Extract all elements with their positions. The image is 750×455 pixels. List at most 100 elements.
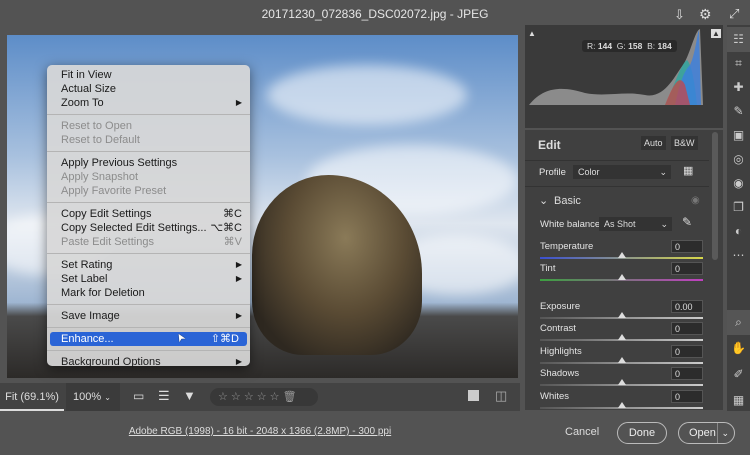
menu-item-label: Reset to Open (61, 120, 132, 132)
slider-value-input[interactable]: 0 (671, 390, 703, 403)
sliders-icon[interactable]: ☷ (727, 27, 750, 52)
slider-shadows: Shadows 0 (540, 367, 703, 391)
menu-item[interactable]: Copy Edit Settings ⌘C (47, 207, 250, 221)
snapshots-icon[interactable]: ❐ (727, 195, 750, 220)
stars[interactable]: ☆ ☆ ☆ ☆ ☆ (218, 391, 280, 403)
gradient-icon[interactable]: ▣ (727, 123, 750, 148)
slider-thumb[interactable] (617, 252, 626, 258)
gear-icon[interactable]: ⚙ (699, 6, 712, 23)
slider-contrast: Contrast 0 (540, 322, 703, 346)
basic-section-title[interactable]: Basic (554, 195, 581, 207)
background-icon[interactable] (468, 390, 479, 401)
menu-item[interactable]: Reset to Default (47, 133, 250, 147)
b-label: B: (647, 41, 656, 51)
slider-label: Highlights (540, 346, 582, 357)
menu-item[interactable]: Copy Selected Edit Settings... ⌥⌘C (47, 221, 250, 235)
rgb-readout: R: 144 G: 158 B: 184 (582, 40, 677, 52)
menu-item[interactable]: Enhance... ⇧⌘D (50, 332, 247, 346)
menu-item-label: Background Options (61, 356, 161, 368)
slider-thumb[interactable] (617, 274, 626, 280)
menu-item[interactable]: Save Image ▶ (47, 309, 250, 323)
open-label: Open (689, 427, 716, 439)
white-balance-select[interactable]: As Shot ⌄ (599, 217, 672, 231)
healing-icon[interactable]: ✚ (727, 75, 750, 100)
zoom-icon[interactable]: ⌕ (727, 310, 750, 335)
redeye-icon[interactable]: ◉ (727, 171, 750, 196)
sort-icon[interactable]: ☰ (158, 388, 170, 404)
slider-value-input[interactable]: 0 (671, 345, 703, 358)
chevron-down-icon[interactable]: ⌄ (539, 194, 548, 207)
cancel-button[interactable]: Cancel (565, 426, 599, 438)
compare-icon[interactable]: ◫ (495, 388, 507, 404)
hand-icon[interactable]: ✋ (727, 336, 750, 361)
slider-value-input[interactable]: 0 (671, 367, 703, 380)
slider-value-input[interactable]: 0 (671, 262, 703, 275)
eyedropper-icon[interactable]: ✎ (682, 215, 692, 229)
highlight-clip-icon[interactable]: ▲ (711, 29, 721, 38)
slider-value-input[interactable]: 0 (671, 240, 703, 253)
eye-icon[interactable]: ◉ (691, 195, 700, 206)
rating-stars[interactable]: ☆ ☆ ☆ ☆ ☆ 🗑 (210, 388, 318, 406)
menu-shortcut: ⌥⌘C (210, 222, 242, 234)
menu-item[interactable]: Paste Edit Settings ⌘V (47, 235, 250, 249)
chevron-down-icon: ⌄ (104, 393, 111, 402)
zoom-level-select[interactable]: 100% ⌄ (66, 383, 120, 411)
crop-icon[interactable]: ⌗ (727, 51, 750, 76)
trash-icon[interactable]: 🗑 (283, 391, 297, 403)
slider-thumb[interactable] (617, 357, 626, 363)
menu-item[interactable]: Apply Previous Settings (47, 156, 250, 170)
auto-button[interactable]: Auto (641, 136, 666, 150)
menu-item[interactable]: Zoom To ▶ (47, 96, 250, 110)
chevron-down-icon[interactable]: ⌄ (717, 423, 729, 443)
slider-value-input[interactable]: 0.00 (671, 300, 703, 313)
grid-icon[interactable]: ▦ (727, 388, 750, 413)
slider-highlights: Highlights 0 (540, 345, 703, 369)
slider-thumb[interactable] (617, 379, 626, 385)
menu-item[interactable]: Apply Snapshot (47, 170, 250, 184)
fit-zoom-button[interactable]: Fit (69.1%) (0, 383, 64, 411)
menu-item-label: Actual Size (61, 83, 117, 95)
filmstrip-icon[interactable]: ▭ (133, 389, 144, 403)
g-value: 158 (628, 41, 643, 51)
profile-select[interactable]: Color ⌄ (573, 165, 671, 179)
r-label: R: (587, 41, 596, 51)
done-button[interactable]: Done (617, 422, 667, 444)
shadow-clip-icon[interactable]: ▲ (528, 29, 536, 38)
fullscreen-icon[interactable]: ⤢ (729, 6, 739, 22)
menu-item[interactable]: Set Rating ▶ (47, 258, 250, 272)
context-menu: Fit in View Actual Size Zoom To ▶ Reset to O… (47, 65, 250, 369)
menu-shortcut: ⌘C (223, 208, 242, 220)
menu-item-label: Set Rating (61, 259, 113, 271)
save-icon[interactable]: ⇩ (674, 7, 685, 23)
menu-item[interactable]: Actual Size (47, 82, 250, 96)
submenu-arrow-icon: ▶ (235, 98, 242, 107)
more-icon[interactable]: ⋯ (727, 243, 750, 268)
menu-item[interactable]: Background Options ▶ (47, 355, 250, 369)
radial-icon[interactable]: ◎ (727, 147, 750, 172)
brush-icon[interactable]: ✎ (727, 99, 750, 124)
panel-scrollbar[interactable] (712, 132, 718, 260)
presets-icon[interactable]: ◐ (727, 219, 750, 244)
slider-thumb[interactable] (617, 402, 626, 408)
submenu-arrow-icon: ▶ (235, 357, 242, 366)
menu-item[interactable]: Mark for Deletion (47, 286, 250, 300)
b-value: 184 (657, 41, 672, 51)
open-button[interactable]: Open ⌄ (678, 422, 735, 444)
image-info-link[interactable]: Adobe RGB (1998) - 16 bit - 2048 x 1366 … (0, 426, 520, 437)
menu-item-label: Reset to Default (61, 134, 140, 146)
slider-value-input[interactable]: 0 (671, 322, 703, 335)
slider-label: Contrast (540, 323, 576, 334)
menu-shortcut: ⌘V (223, 236, 242, 248)
slider-label: Temperature (540, 241, 594, 252)
profile-browser-icon[interactable]: ▦ (683, 164, 693, 177)
filter-icon[interactable]: ▼ (183, 388, 196, 403)
menu-item-label: Zoom To (61, 97, 104, 109)
menu-item[interactable]: Apply Favorite Preset (47, 184, 250, 198)
menu-item[interactable]: Fit in View (47, 68, 250, 82)
sampler-icon[interactable]: ✐ (727, 362, 750, 387)
bw-button[interactable]: B&W (671, 136, 698, 150)
slider-thumb[interactable] (617, 312, 626, 318)
menu-item[interactable]: Reset to Open (47, 119, 250, 133)
menu-item[interactable]: Set Label ▶ (47, 272, 250, 286)
slider-thumb[interactable] (617, 334, 626, 340)
